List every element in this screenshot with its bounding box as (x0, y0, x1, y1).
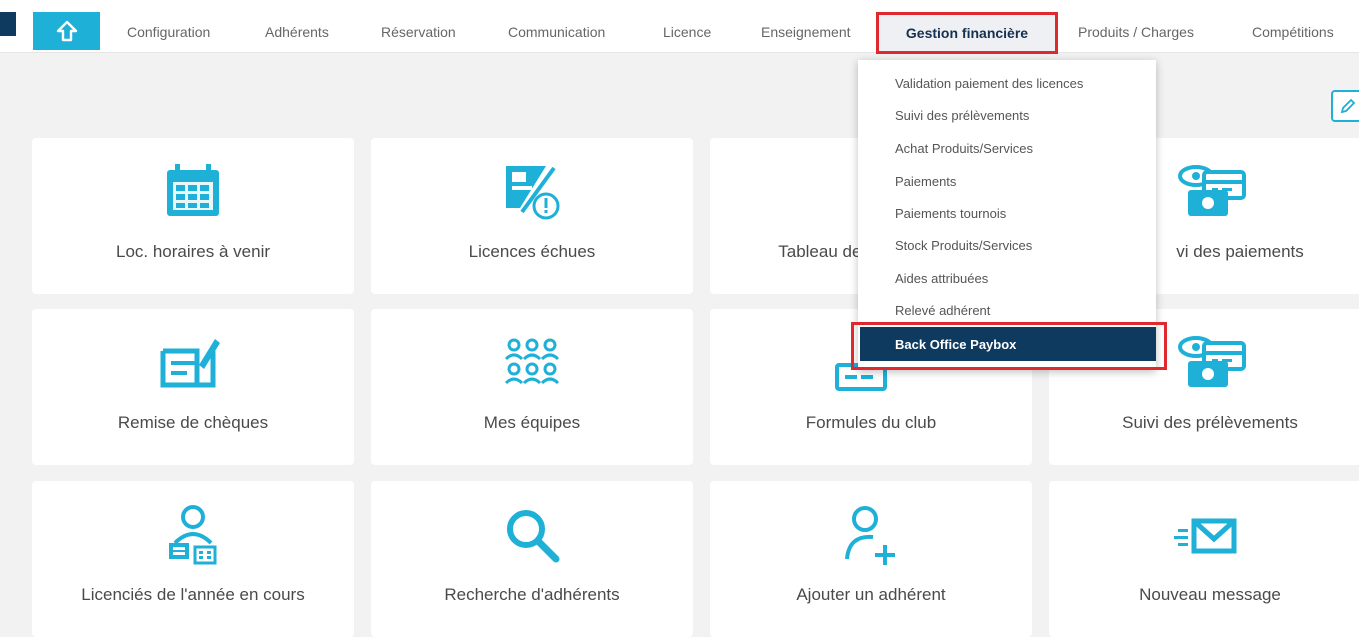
search-icon (371, 503, 693, 567)
tile-label: Remise de chèques (117, 413, 269, 432)
tile-remise-cheques[interactable]: Remise de chèques (32, 309, 354, 465)
tile-label: Recherche d'adhérents (444, 585, 620, 604)
tile-label: Suivi des prélèvements (1122, 413, 1298, 432)
dropdown-item-paiements[interactable]: Paiements (895, 174, 956, 189)
nav-reservation[interactable]: Réservation (381, 24, 456, 40)
dropdown-item-validation[interactable]: Validation paiement des licences (895, 76, 1083, 91)
tile-label: Nouveau message (1139, 585, 1281, 604)
nav-configuration[interactable]: Configuration (127, 24, 210, 40)
tile-licences-echues[interactable]: Licences échues (371, 138, 693, 294)
nav-licence[interactable]: Licence (663, 24, 711, 40)
nav-enseignement[interactable]: Enseignement (761, 24, 851, 40)
pencil-icon (1340, 98, 1356, 114)
new-message-icon (1049, 503, 1359, 567)
nav-adherents[interactable]: Adhérents (265, 24, 329, 40)
tile-label: Licenciés de l'année en cours (81, 585, 305, 604)
tile-label: Loc. horaires à venir (115, 242, 271, 261)
tile-nouveau-message[interactable]: Nouveau message (1049, 481, 1359, 637)
dropdown-item-suivi-prelevements[interactable]: Suivi des prélèvements (895, 108, 1029, 123)
cheque-icon (32, 331, 354, 395)
nav-divider (0, 52, 1359, 53)
calendar-icon (32, 160, 354, 224)
tile-mes-equipes[interactable]: Mes équipes (371, 309, 693, 465)
home-button[interactable] (33, 12, 100, 50)
member-calendar-icon (32, 503, 354, 567)
tile-recherche-adherents[interactable]: Recherche d'adhérents (371, 481, 693, 637)
nav-gestion-financiere[interactable]: Gestion financière (876, 12, 1058, 54)
tile-loc-horaires[interactable]: Loc. horaires à venir (32, 138, 354, 294)
tile-label: Mes équipes (483, 413, 581, 432)
tile-label: Ajouter un adhérent (796, 585, 946, 604)
tile-label: Formules du club (805, 413, 937, 432)
dropdown-item-stock[interactable]: Stock Produits/Services (895, 238, 1032, 253)
edit-button[interactable] (1331, 90, 1359, 122)
add-user-icon (710, 503, 1032, 567)
home-icon (56, 20, 77, 42)
dropdown-item-releve[interactable]: Relevé adhérent (895, 303, 990, 318)
dropdown-item-achat[interactable]: Achat Produits/Services (895, 141, 1033, 156)
dropdown-item-paiements-tournois[interactable]: Paiements tournois (895, 206, 1006, 221)
nav-produits-charges[interactable]: Produits / Charges (1078, 24, 1194, 40)
dropdown-item-back-office-paybox[interactable]: Back Office Paybox (860, 327, 1156, 361)
expired-license-icon (371, 160, 693, 224)
nav-communication[interactable]: Communication (508, 24, 605, 40)
team-icon (371, 331, 693, 395)
nav-competitions[interactable]: Compétitions (1252, 24, 1334, 40)
tile-ajouter-adherent[interactable]: Ajouter un adhérent (710, 481, 1032, 637)
dropdown-item-aides[interactable]: Aides attribuées (895, 271, 988, 286)
left-accent-bar (0, 12, 16, 36)
tile-licencies-annee[interactable]: Licenciés de l'année en cours (32, 481, 354, 637)
